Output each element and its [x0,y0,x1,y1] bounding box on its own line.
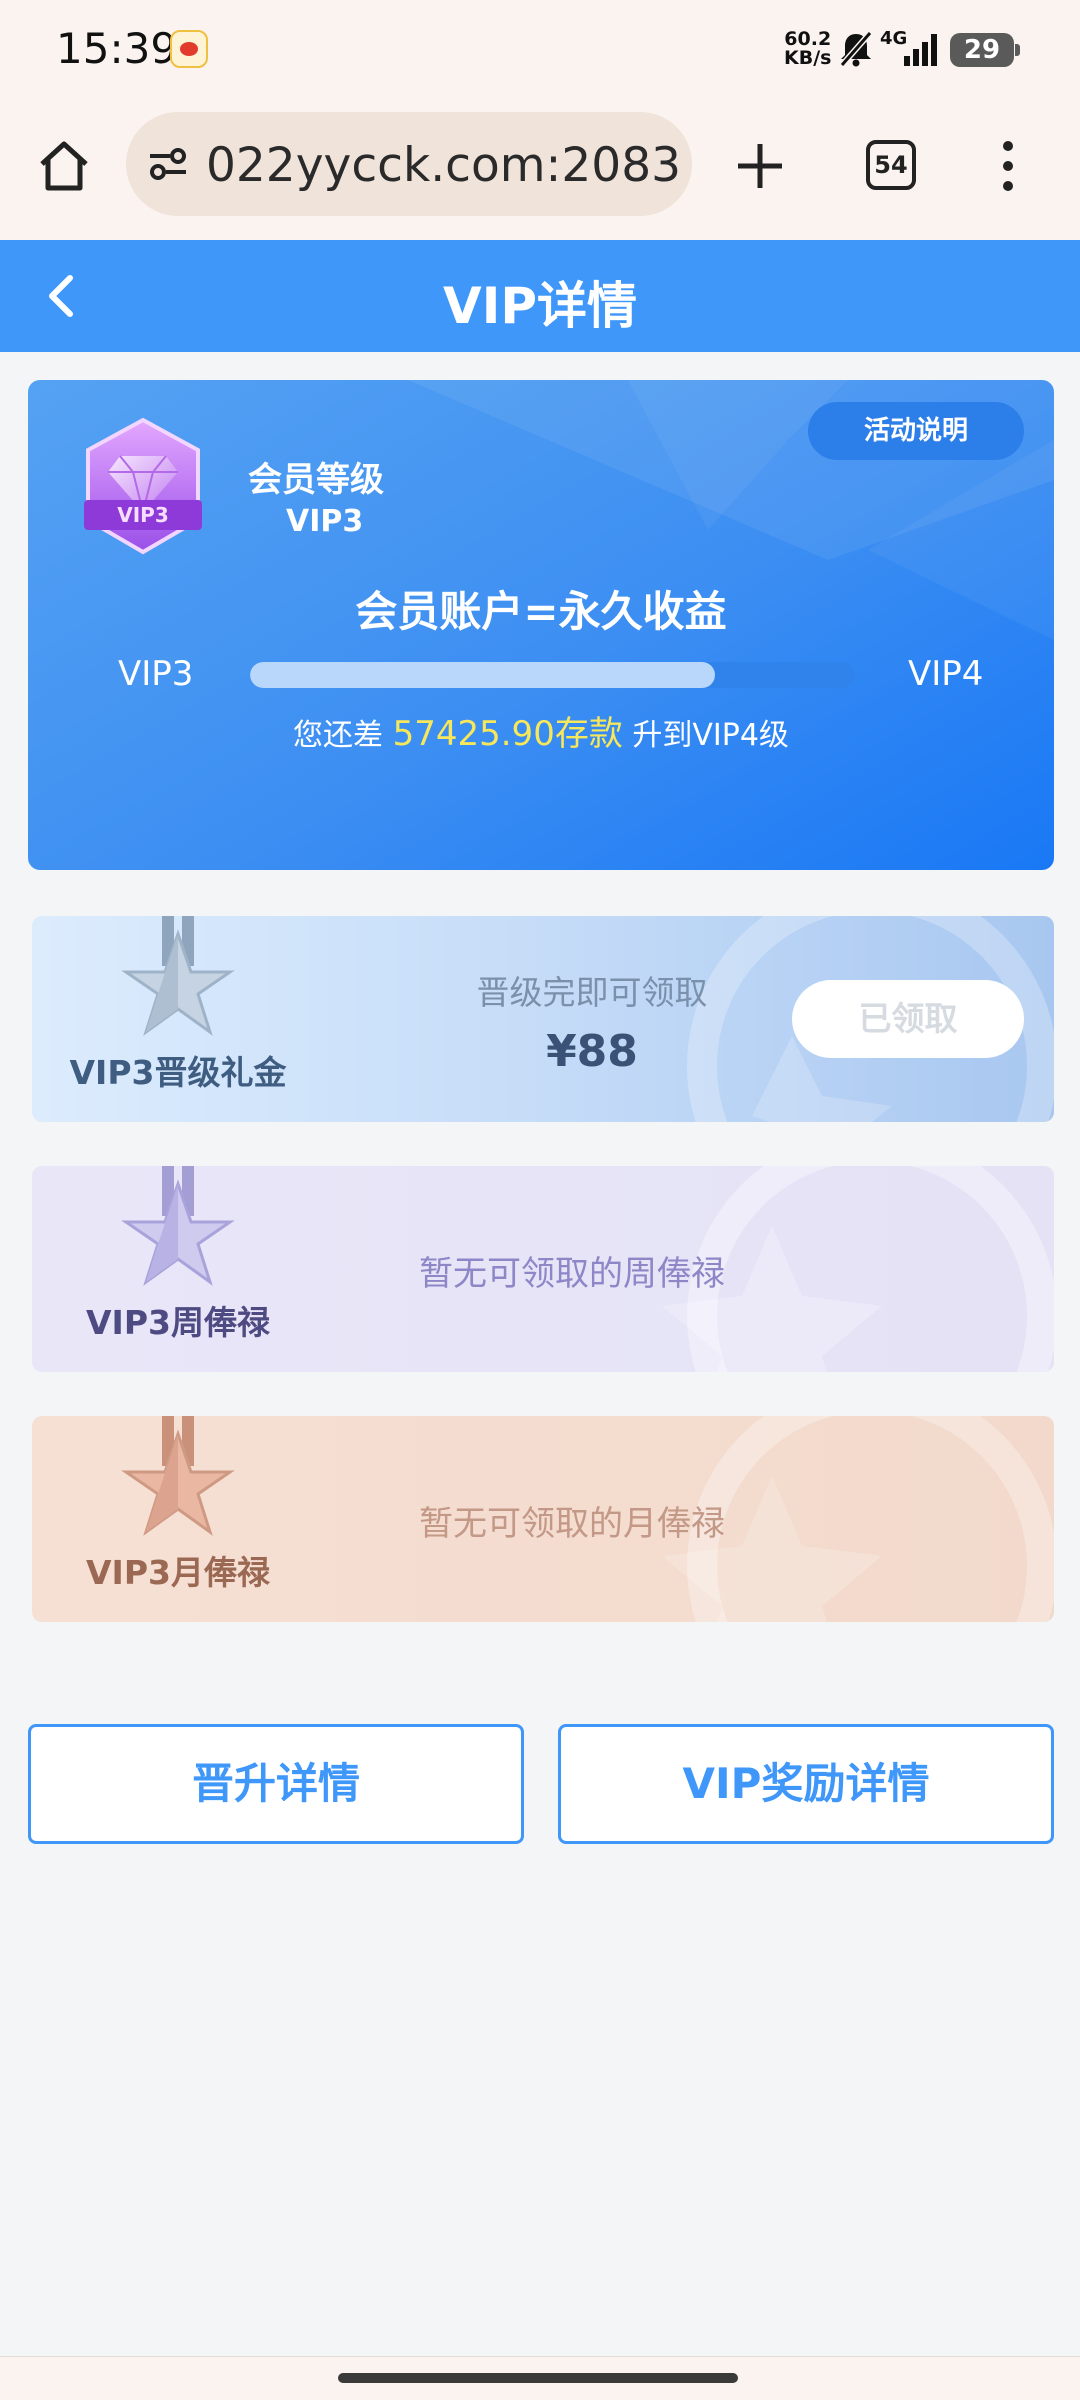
home-indicator[interactable] [338,2373,738,2383]
current-level-label: VIP3 [118,654,194,694]
purple-star-medal-icon [121,1166,235,1286]
more-menu-icon[interactable] [1000,138,1016,194]
address-bar[interactable]: 022yycck.com:2083 [126,112,692,216]
page-title: VIP详情 [443,277,637,335]
level-progress-fill [250,662,716,688]
vip-slogan: 会员账户=永久收益 [355,587,727,636]
home-icon[interactable] [36,138,92,194]
weekly-salary-title: VIP3周俸禄 [86,1303,270,1342]
vip-reward-details-button[interactable]: VIP奖励详情 [558,1724,1054,1844]
tabs-icon[interactable]: 54 [866,140,916,190]
upgrade-gift-amount: ¥88 [546,1026,638,1077]
net-speed: 60.2 KB/s [784,30,831,68]
vip-badge-icon: VIP3 [84,417,202,555]
signal-icon [904,34,937,66]
vip-badge-text: VIP3 [117,503,169,527]
gesture-nav-bar [0,2356,1080,2400]
url-text[interactable]: 022yycck.com:2083 [206,138,682,193]
monthly-salary-row: VIP3月俸禄 暂无可领取的月俸禄 [32,1416,1054,1622]
upgrade-gift-condition: 晋级完即可领取 [476,973,708,1012]
status-time: 15:39 [56,24,178,73]
member-level-value: VIP3 [286,504,364,539]
browser-toolbar: 022yycck.com:2083 54 [0,100,1080,240]
bronze-star-medal-icon [121,1416,235,1536]
battery-icon: 29 [950,33,1020,67]
remain-amount: 57425.90存款 [392,714,623,754]
net-speed-unit: KB/s [784,47,832,69]
member-level-label: 会员等级 [248,460,384,500]
upgrade-gift-row: VIP3晋级礼金 晋级完即可领取 ¥88 已领取 [32,916,1054,1122]
next-level-label: VIP4 [908,654,984,694]
monthly-salary-message: 暂无可领取的月俸禄 [419,1504,725,1544]
weekly-salary-row: VIP3周俸禄 暂无可领取的周俸禄 [32,1166,1054,1372]
remain-suffix: 升到VIP4级 [632,718,789,753]
promotion-details-button[interactable]: 晋升详情 [28,1724,524,1844]
weibo-icon [170,30,208,68]
claimed-button[interactable]: 已领取 [792,980,1024,1058]
remain-prefix: 您还差 [293,718,384,753]
upgrade-remaining-text: 您还差 57425.90存款 升到VIP4级 [28,706,1054,755]
mute-icon [839,31,873,67]
new-tab-icon[interactable] [730,136,790,196]
weekly-salary-message: 暂无可领取的周俸禄 [419,1254,725,1294]
vip-level-card: VIP3 会员等级 VIP3 活动说明 会员账户=永久收益 VIP3 VIP4 … [28,380,1054,870]
page-header: VIP详情 [0,240,1080,352]
site-settings-icon[interactable] [148,146,188,182]
status-bar: 15:39 60.2 KB/s 4G 29 [0,0,1080,100]
level-progress-bar [250,662,854,688]
upgrade-gift-title: VIP3晋级礼金 [69,1053,287,1092]
activity-description-button[interactable]: 活动说明 [808,402,1024,460]
monthly-salary-title: VIP3月俸禄 [86,1553,270,1592]
silver-star-medal-icon [121,916,235,1036]
